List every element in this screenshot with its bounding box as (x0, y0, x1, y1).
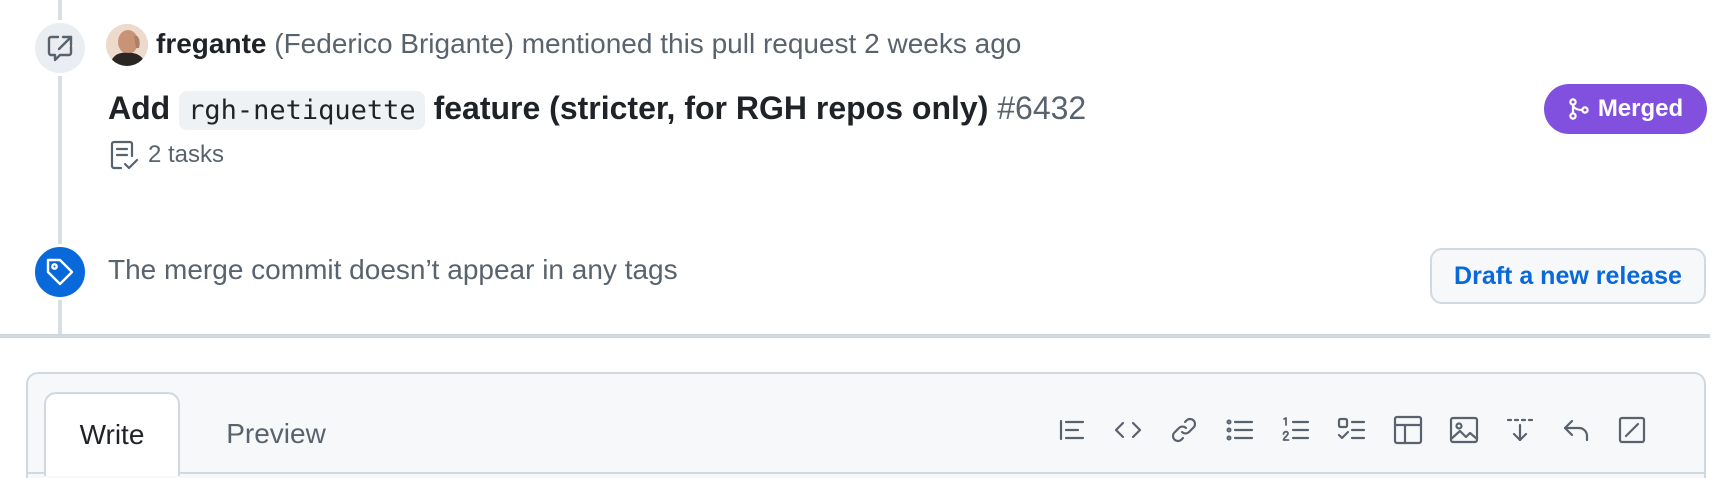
tag-status-text: The merge commit doesn’t appear in any t… (108, 254, 678, 285)
tab-write[interactable]: Write (44, 392, 180, 476)
user-avatar[interactable] (106, 24, 148, 66)
ordered-list-button[interactable] (1268, 408, 1324, 452)
tab-preview[interactable]: Preview (206, 392, 346, 476)
image-icon (1449, 416, 1479, 444)
unordered-list-icon (1226, 419, 1254, 441)
referenced-pr-title[interactable]: Add rgh-netiquette feature (stricter, fo… (108, 86, 1086, 133)
pr-status-label: Merged (1597, 95, 1684, 122)
table-button[interactable] (1380, 408, 1436, 452)
code-icon (1114, 421, 1142, 439)
reply-icon (1563, 419, 1589, 442)
comment-editor: Write Preview (26, 372, 1706, 478)
task-list-icon (1337, 417, 1366, 440)
table-icon (1393, 415, 1423, 445)
tasks-count: 2 tasks (148, 141, 225, 168)
mention-action: mentioned this pull request (521, 28, 857, 59)
unordered-list-button[interactable] (1212, 408, 1268, 452)
pr-title-suffix: feature (stricter, for RGH repos only) (433, 90, 989, 126)
pr-title-prefix: Add (108, 90, 171, 126)
fullscreen-icon (1618, 416, 1646, 444)
fold-down-icon (1506, 418, 1534, 442)
link-button[interactable] (1156, 408, 1212, 452)
code-button[interactable] (1100, 408, 1156, 452)
heading-icon (1059, 419, 1085, 441)
task-list-button[interactable] (1324, 408, 1380, 452)
link-icon (1171, 417, 1197, 443)
cross-reference-icon (47, 35, 73, 62)
fold-down-button[interactable] (1492, 408, 1548, 452)
git-merge-icon (1569, 98, 1589, 120)
pr-status-badge: Merged (1544, 84, 1707, 134)
reply-button[interactable] (1548, 408, 1604, 452)
heading-button[interactable] (1044, 408, 1100, 452)
draft-release-button[interactable]: Draft a new release (1430, 248, 1706, 304)
author-full-name: (Federico Brigante) (274, 28, 514, 59)
tag-icon (46, 258, 74, 286)
mention-line: fregante (Federico Brigante) mentioned t… (156, 24, 1021, 64)
cross-reference-badge (32, 20, 88, 76)
author-link[interactable]: fregante (156, 28, 266, 59)
timeline-divider (0, 334, 1710, 338)
image-button[interactable] (1436, 408, 1492, 452)
mention-time[interactable]: 2 weeks ago (864, 28, 1021, 59)
pr-number: #6432 (997, 90, 1087, 126)
ordered-list-icon (1282, 417, 1310, 441)
tag-badge (32, 244, 88, 300)
fullscreen-button[interactable] (1604, 408, 1660, 452)
pr-title-code: rgh-netiquette (179, 91, 425, 130)
checklist-icon (110, 140, 139, 170)
pr-tasks: 2 tasks (108, 138, 224, 172)
markdown-toolbar (1044, 408, 1660, 452)
